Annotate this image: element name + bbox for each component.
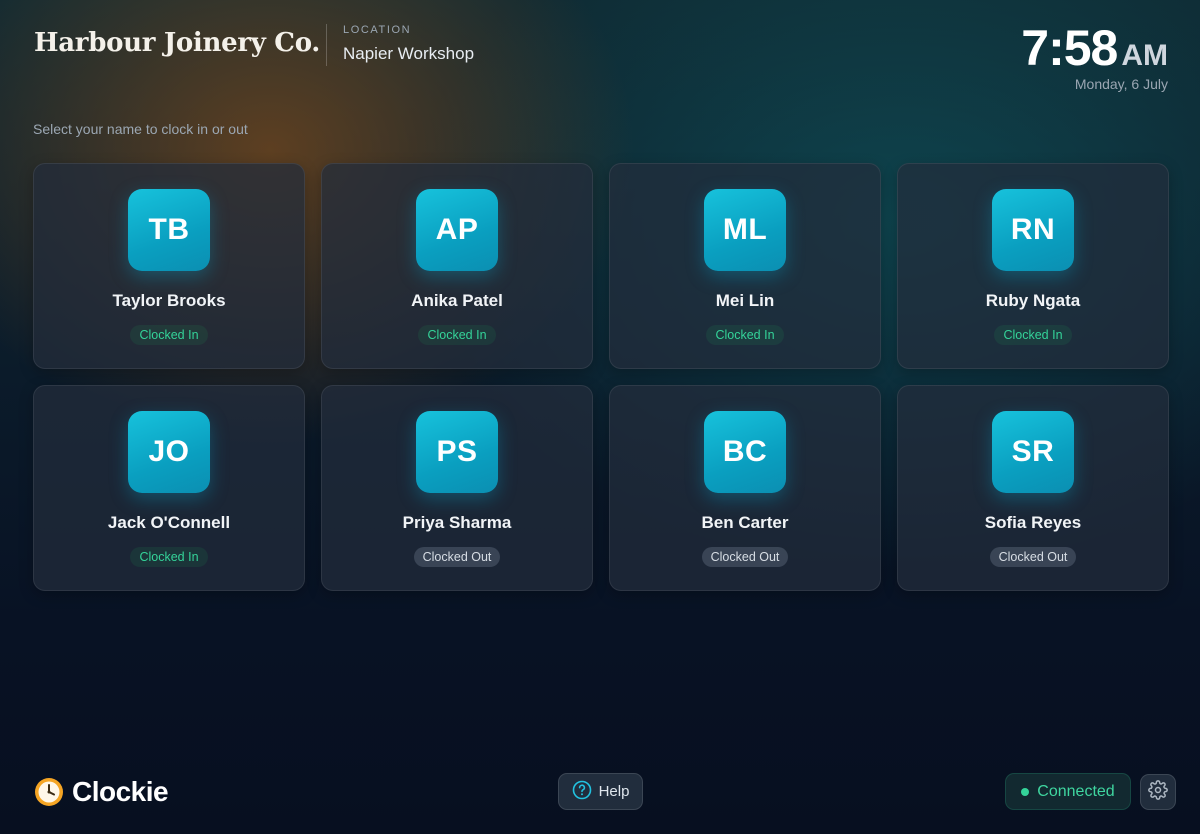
employee-card[interactable]: ML Mei Lin Clocked In [609, 163, 881, 369]
help-label: Help [598, 783, 630, 800]
avatar: PS [416, 411, 498, 493]
employee-name: Taylor Brooks [112, 291, 226, 310]
avatar: SR [992, 411, 1074, 493]
connection-status: Connected [1005, 773, 1131, 810]
clock-time: 7:58 [1021, 20, 1118, 76]
employee-card[interactable]: BC Ben Carter Clocked Out [609, 385, 881, 591]
gear-icon [1148, 779, 1168, 805]
status-badge: Clocked Out [413, 547, 501, 567]
employee-name: Ben Carter [701, 513, 789, 532]
employee-name: Ruby Ngata [985, 291, 1081, 310]
settings-button[interactable] [1140, 774, 1176, 810]
app-name: Clockie [72, 776, 169, 807]
clock-date: Monday, 6 July [1074, 76, 1168, 92]
clock-ampm: AM [1121, 39, 1168, 72]
status-badge: Clocked In [706, 325, 784, 345]
question-circle-icon [572, 780, 592, 804]
company-name: Harbour Joinery Co. [34, 28, 321, 58]
employee-card[interactable]: PS Priya Sharma Clocked Out [321, 385, 593, 591]
location-label: LOCATION [343, 24, 412, 36]
employee-name: Mei Lin [715, 291, 775, 310]
avatar: BC [704, 411, 786, 493]
employee-name: Anika Patel [411, 291, 503, 310]
location-name: Napier Workshop [343, 44, 475, 63]
status-badge: Clocked In [130, 325, 208, 345]
employee-name: Priya Sharma [402, 513, 512, 532]
employee-card[interactable]: RN Ruby Ngata Clocked In [897, 163, 1169, 369]
status-dot [1021, 787, 1030, 796]
connection-status-label: Connected [1037, 782, 1115, 800]
status-badge: Clocked In [418, 325, 496, 345]
employee-card[interactable]: JO Jack O'Connell Clocked In [33, 385, 305, 591]
employee-name: Jack O'Connell [107, 513, 231, 532]
avatar: ML [704, 189, 786, 271]
header: Harbour Joinery Co. LOCATION Napier Work… [0, 0, 1200, 110]
employee-grid: TB Taylor Brooks Clocked In AP Anika Pat… [33, 163, 1169, 591]
employee-name: Sofia Reyes [984, 513, 1082, 532]
header-divider [326, 24, 327, 66]
avatar: AP [416, 189, 498, 271]
avatar: TB [128, 189, 210, 271]
status-badge: Clocked Out [989, 547, 1077, 567]
employee-card[interactable]: TB Taylor Brooks Clocked In [33, 163, 305, 369]
status-badge: Clocked Out [701, 547, 789, 567]
help-button[interactable]: Help [558, 773, 643, 810]
clock-icon [34, 777, 64, 807]
status-badge: Clocked In [130, 547, 208, 567]
clock: 7:58 AM Monday, 6 July [1021, 22, 1168, 92]
employee-card[interactable]: AP Anika Patel Clocked In [321, 163, 593, 369]
app-logo: Clockie [34, 776, 169, 808]
employee-card[interactable]: SR Sofia Reyes Clocked Out [897, 385, 1169, 591]
instruction-text: Select your name to clock in or out [33, 121, 248, 137]
avatar: RN [992, 189, 1074, 271]
avatar: JO [128, 411, 210, 493]
status-badge: Clocked In [994, 325, 1072, 345]
